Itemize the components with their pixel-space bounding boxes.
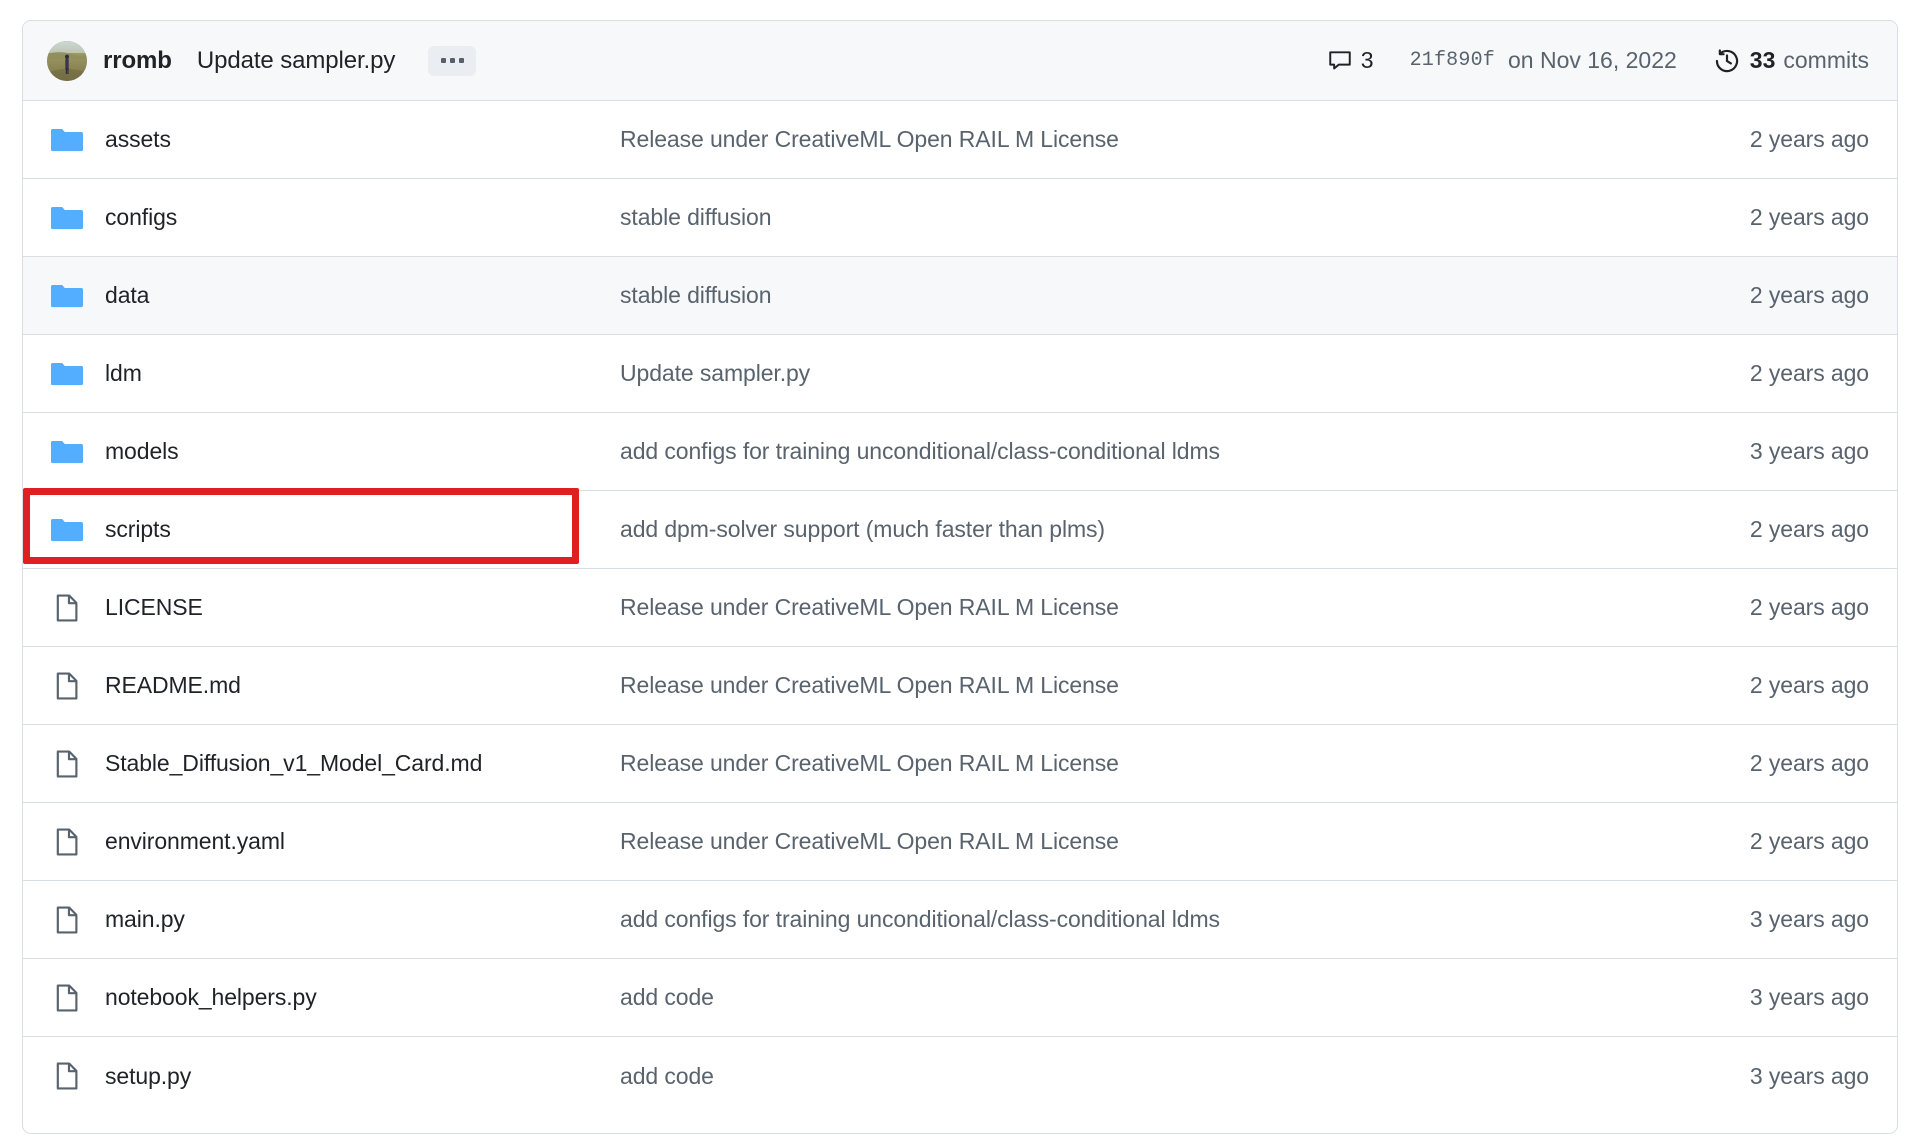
repository-file-browser: rromb Update sampler.py 3 21f890f on Nov… [22,20,1898,1134]
table-row[interactable]: Stable_Diffusion_v1_Model_Card.md Releas… [23,725,1897,803]
ellipsis-dot [440,58,446,63]
row-icon-cell [23,436,105,468]
table-row[interactable]: setup.py add code 3 years ago [23,1037,1897,1115]
latest-commit-message[interactable]: Update sampler.py [197,47,396,75]
file-name-link[interactable]: configs [105,204,620,231]
ellipsis-dot [458,58,464,63]
commits-history-link[interactable]: 33 commits [1714,47,1869,74]
commit-age: 2 years ago [1749,282,1869,308]
commit-age: 2 years ago [1749,516,1869,542]
history-clock-icon [1714,48,1740,74]
commit-message-link[interactable]: add code [620,984,1647,1011]
row-icon-cell [23,983,105,1013]
file-name-link[interactable]: Stable_Diffusion_v1_Model_Card.md [105,750,620,777]
row-icon-cell [23,593,105,623]
file-name-link[interactable]: LICENSE [105,594,620,621]
row-icon-cell [23,1061,105,1091]
file-icon [52,593,82,623]
row-icon-cell [23,905,105,935]
commit-age: 2 years ago [1749,126,1869,152]
commits-count: 33 [1749,47,1776,73]
file-name-link[interactable]: scripts [105,516,620,543]
file-icon [52,905,82,935]
table-row[interactable]: models add configs for training uncondit… [23,413,1897,491]
table-row[interactable]: data stable diffusion 2 years ago [23,257,1897,335]
file-icon [52,671,82,701]
commit-message-link[interactable]: add configs for training unconditional/c… [620,438,1647,465]
row-icon-cell [23,749,105,779]
file-name-link[interactable]: data [105,282,620,309]
commit-message-link[interactable]: Release under CreativeML Open RAIL M Lic… [620,750,1647,777]
commit-message-link[interactable]: Release under CreativeML Open RAIL M Lic… [620,126,1647,153]
commit-message-link[interactable]: Update sampler.py [620,360,1647,387]
row-icon-cell [23,280,105,312]
file-name-link[interactable]: models [105,438,620,465]
folder-icon [51,358,83,390]
table-row[interactable]: README.md Release under CreativeML Open … [23,647,1897,725]
commit-age: 3 years ago [1749,984,1869,1010]
file-name-link[interactable]: assets [105,126,620,153]
file-list: assets Release under CreativeML Open RAI… [23,101,1897,1115]
commit-age: 2 years ago [1749,204,1869,230]
table-row[interactable]: notebook_helpers.py add code 3 years ago [23,959,1897,1037]
folder-icon [51,514,83,546]
file-name-link[interactable]: setup.py [105,1063,620,1090]
commit-date: on Nov 16, 2022 [1507,47,1677,73]
file-name-link[interactable]: main.py [105,906,620,933]
commit-age: 2 years ago [1749,750,1869,776]
commit-message-expand-button[interactable] [428,45,477,76]
commit-age: 2 years ago [1749,360,1869,386]
row-icon-cell [23,358,105,390]
table-row[interactable]: ldm Update sampler.py 2 years ago [23,335,1897,413]
folder-icon [51,436,83,468]
comment-count: 3 [1360,47,1374,73]
commit-author-block: rromb Update sampler.py [47,40,1328,81]
folder-icon [51,124,83,156]
table-row[interactable]: scripts add dpm-solver support (much fas… [23,488,1897,569]
commit-age: 2 years ago [1749,672,1869,698]
commit-message-link[interactable]: add code [620,1063,1647,1090]
commit-comments-link[interactable]: 3 [1328,47,1374,74]
comment-icon [1328,49,1352,73]
folder-icon [51,280,83,312]
file-icon [52,1061,82,1091]
file-icon [52,749,82,779]
table-row[interactable]: environment.yaml Release under CreativeM… [23,803,1897,881]
file-name-link[interactable]: environment.yaml [105,828,620,855]
latest-commit-header: rromb Update sampler.py 3 21f890f on Nov… [23,21,1897,101]
table-row[interactable]: LICENSE Release under CreativeML Open RA… [23,569,1897,647]
commit-meta: 3 21f890f on Nov 16, 2022 33 commits [1328,47,1869,74]
row-icon-cell [23,671,105,701]
commit-message-link[interactable]: Release under CreativeML Open RAIL M Lic… [620,594,1647,621]
commit-age: 2 years ago [1749,594,1869,620]
row-icon-cell [23,202,105,234]
commit-sha[interactable]: 21f890f [1410,49,1495,72]
table-row[interactable]: assets Release under CreativeML Open RAI… [23,101,1897,179]
avatar[interactable] [47,40,87,81]
commit-message-link[interactable]: Release under CreativeML Open RAIL M Lic… [620,828,1647,855]
commit-message-link[interactable]: stable diffusion [620,282,1647,309]
commit-age: 3 years ago [1749,1062,1869,1089]
row-icon-cell [23,124,105,156]
commit-age: 3 years ago [1749,906,1869,932]
folder-icon [51,202,83,234]
row-icon-cell [23,827,105,857]
table-row[interactable]: main.py add configs for training uncondi… [23,881,1897,959]
ellipsis-dot [449,58,455,63]
file-icon [52,983,82,1013]
file-name-link[interactable]: ldm [105,360,620,387]
file-name-link[interactable]: notebook_helpers.py [105,984,620,1011]
commit-age: 2 years ago [1749,828,1869,854]
commit-author-name[interactable]: rromb [103,47,172,75]
commits-label: commits [1783,47,1869,73]
table-row[interactable]: configs stable diffusion 2 years ago [23,179,1897,257]
row-icon-cell [23,514,105,546]
commit-message-link[interactable]: add configs for training unconditional/c… [620,906,1647,933]
commit-message-link[interactable]: Release under CreativeML Open RAIL M Lic… [620,672,1647,699]
commit-age: 3 years ago [1749,438,1869,464]
commit-message-link[interactable]: add dpm-solver support (much faster than… [620,516,1647,543]
file-name-link[interactable]: README.md [105,672,620,699]
commit-message-link[interactable]: stable diffusion [620,204,1647,231]
file-icon [52,827,82,857]
